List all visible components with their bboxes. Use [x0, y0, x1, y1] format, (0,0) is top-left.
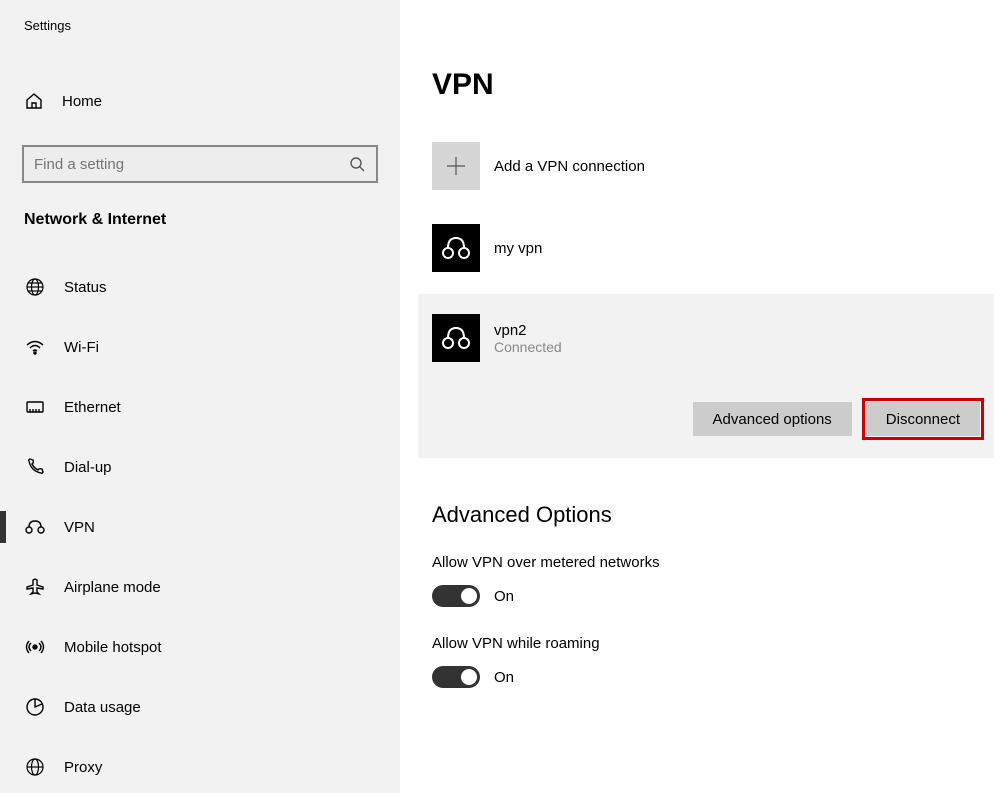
sidebar-item-label: Mobile hotspot	[64, 639, 162, 656]
connection-name: my vpn	[494, 240, 542, 257]
vpn-connection-myvpn[interactable]: my vpn	[432, 218, 1004, 278]
sidebar-item-proxy[interactable]: Proxy	[0, 737, 400, 797]
roaming-label: Allow VPN while roaming	[432, 635, 1004, 652]
home-nav[interactable]: Home	[0, 81, 400, 121]
page-title: VPN	[432, 68, 1004, 102]
phone-icon	[24, 456, 46, 478]
sidebar: Settings Home Network & Internet	[0, 0, 400, 793]
sidebar-item-ethernet[interactable]: Ethernet	[0, 377, 400, 437]
airplane-icon	[24, 576, 46, 598]
connection-status: Connected	[494, 339, 562, 355]
pie-icon	[24, 696, 46, 718]
sidebar-item-hotspot[interactable]: Mobile hotspot	[0, 617, 400, 677]
sidebar-item-label: Data usage	[64, 699, 141, 716]
home-label: Home	[62, 93, 102, 110]
plus-icon	[432, 142, 480, 190]
globe-icon	[24, 276, 46, 298]
sidebar-item-dialup[interactable]: Dial-up	[0, 437, 400, 497]
add-vpn-button[interactable]: Add a VPN connection	[432, 142, 1004, 190]
sidebar-item-label: Ethernet	[64, 399, 121, 416]
vpn-selected-panel: vpn2 Connected Advanced options Disconne…	[418, 294, 994, 458]
sidebar-item-wifi[interactable]: Wi-Fi	[0, 317, 400, 377]
roaming-toggle[interactable]	[432, 666, 480, 688]
sidebar-item-label: Dial-up	[64, 459, 112, 476]
sidebar-item-label: Proxy	[64, 759, 102, 776]
app-title: Settings	[0, 18, 400, 33]
sidebar-item-data-usage[interactable]: Data usage	[0, 677, 400, 737]
proxy-icon	[24, 756, 46, 778]
hotspot-icon	[24, 636, 46, 658]
sidebar-item-label: VPN	[64, 519, 95, 536]
metered-toggle[interactable]	[432, 585, 480, 607]
ethernet-icon	[24, 396, 46, 418]
vpn-icon	[24, 516, 46, 538]
vpn-connection-vpn2[interactable]: vpn2 Connected	[432, 308, 980, 368]
metered-state: On	[494, 588, 514, 605]
search-icon	[348, 155, 366, 173]
add-vpn-label: Add a VPN connection	[494, 158, 645, 175]
main-content: VPN Add a VPN connection my vpn	[400, 0, 1004, 793]
search-input[interactable]	[34, 156, 348, 173]
home-icon	[24, 91, 44, 111]
advanced-options-button[interactable]: Advanced options	[693, 402, 852, 436]
connection-icon	[432, 224, 480, 272]
disconnect-button[interactable]: Disconnect	[866, 402, 980, 436]
connection-name: vpn2	[494, 322, 562, 339]
button-row: Advanced options Disconnect	[432, 402, 980, 436]
connection-icon	[432, 314, 480, 362]
roaming-state: On	[494, 669, 514, 686]
search-box[interactable]	[22, 145, 378, 183]
wifi-icon	[24, 336, 46, 358]
metered-label: Allow VPN over metered networks	[432, 554, 1004, 571]
sidebar-item-vpn[interactable]: VPN	[0, 497, 400, 557]
sidebar-item-airplane[interactable]: Airplane mode	[0, 557, 400, 617]
sidebar-item-status[interactable]: Status	[0, 257, 400, 317]
sidebar-item-label: Airplane mode	[64, 579, 161, 596]
sidebar-item-label: Status	[64, 279, 107, 296]
advanced-options-heading: Advanced Options	[432, 502, 1004, 528]
sidebar-item-label: Wi-Fi	[64, 339, 99, 356]
section-heading: Network & Internet	[0, 211, 400, 229]
